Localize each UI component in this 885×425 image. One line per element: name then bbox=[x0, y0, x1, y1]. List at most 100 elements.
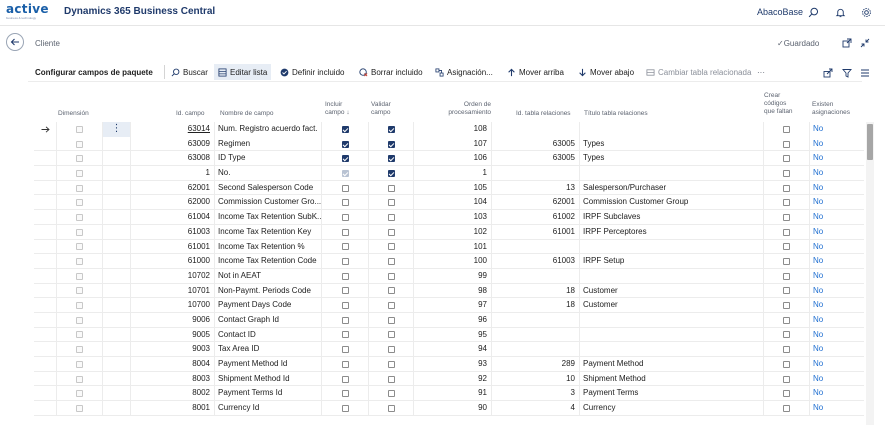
include-checkbox[interactable] bbox=[341, 228, 349, 236]
assignments-link[interactable]: No bbox=[813, 168, 823, 177]
create-missing-checkbox[interactable] bbox=[783, 258, 790, 266]
assignments-link[interactable]: No bbox=[813, 212, 823, 221]
checkbox[interactable] bbox=[76, 375, 83, 383]
create-missing-checkbox[interactable] bbox=[783, 316, 790, 324]
include-checkbox[interactable] bbox=[341, 199, 349, 207]
table-row[interactable]: 9005 Contact ID 95 No bbox=[34, 327, 864, 343]
create-missing-checkbox[interactable] bbox=[783, 390, 790, 398]
include-checkbox[interactable] bbox=[341, 390, 349, 398]
validate-checkbox[interactable] bbox=[387, 331, 395, 339]
create-missing-checkbox[interactable] bbox=[783, 125, 790, 133]
include-checkbox[interactable] bbox=[341, 258, 349, 266]
dimension-checkbox[interactable] bbox=[56, 283, 102, 299]
validate-checkbox[interactable] bbox=[387, 404, 395, 412]
include-checkbox[interactable] bbox=[341, 272, 349, 280]
create-missing-checkbox[interactable] bbox=[783, 360, 790, 368]
checkbox[interactable] bbox=[76, 199, 83, 207]
share-icon[interactable] bbox=[822, 67, 833, 78]
create-missing-checkbox[interactable] bbox=[783, 272, 790, 280]
dimension-checkbox[interactable] bbox=[56, 136, 102, 152]
search-action[interactable]: Buscar bbox=[167, 64, 212, 80]
validate-checkbox[interactable] bbox=[387, 390, 395, 398]
dimension-checkbox[interactable] bbox=[56, 166, 102, 181]
include-checkbox[interactable] bbox=[341, 287, 349, 295]
collapse-icon[interactable] bbox=[859, 37, 871, 49]
table-row[interactable]: 9003 Tax Area ID 94 No bbox=[34, 342, 864, 357]
validate-checkbox[interactable] bbox=[387, 302, 395, 310]
vertical-scrollbar[interactable] bbox=[866, 122, 874, 425]
create-missing-checkbox[interactable] bbox=[783, 287, 790, 295]
include-checkbox[interactable] bbox=[341, 346, 349, 354]
checkbox[interactable] bbox=[76, 272, 83, 280]
include-checkbox[interactable] bbox=[341, 213, 349, 221]
assignments-link[interactable]: No bbox=[813, 300, 823, 309]
table-row[interactable]: 8002 Payment Terms Id 91 3 Payment Terms No bbox=[34, 386, 864, 402]
checkbox[interactable] bbox=[76, 302, 83, 310]
assignments-link[interactable]: No bbox=[813, 153, 823, 162]
bell-icon[interactable] bbox=[833, 5, 847, 19]
include-checkbox[interactable] bbox=[341, 169, 349, 177]
col-order[interactable]: Orden de procesamiento bbox=[439, 101, 491, 117]
table-row[interactable]: 63008 ID Type 106 63005 Types No bbox=[34, 151, 864, 167]
col-field-id[interactable]: Id. campo bbox=[176, 110, 205, 118]
checkbox[interactable] bbox=[76, 169, 83, 177]
assignments-link[interactable]: No bbox=[813, 286, 823, 295]
col-field-name[interactable]: Nombre de campo bbox=[220, 110, 273, 118]
create-missing-checkbox[interactable] bbox=[783, 155, 790, 163]
create-missing-checkbox[interactable] bbox=[783, 228, 790, 236]
col-dimension[interactable]: Dimensión bbox=[58, 110, 89, 118]
search-icon[interactable] bbox=[806, 5, 820, 19]
checkbox[interactable] bbox=[76, 360, 83, 368]
checkbox[interactable] bbox=[76, 155, 83, 163]
validate-checkbox[interactable] bbox=[387, 243, 395, 251]
col-rel-table-id[interactable]: Id. tabla relaciones bbox=[516, 110, 571, 118]
scrollbar-thumb[interactable] bbox=[867, 124, 873, 160]
row-menu[interactable]: ⋮ bbox=[102, 122, 130, 137]
table-row[interactable]: 61004 Income Tax Retention SubK... 103 6100… bbox=[34, 210, 864, 225]
validate-checkbox[interactable] bbox=[387, 316, 395, 324]
dimension-checkbox[interactable] bbox=[56, 401, 102, 416]
assignments-link[interactable]: No bbox=[813, 344, 823, 353]
list-view-icon[interactable] bbox=[859, 67, 870, 78]
checkbox[interactable] bbox=[76, 184, 83, 192]
validate-checkbox[interactable] bbox=[387, 213, 395, 221]
checkbox[interactable] bbox=[76, 316, 83, 324]
assignments-link[interactable]: No bbox=[813, 388, 823, 397]
create-missing-checkbox[interactable] bbox=[783, 199, 790, 207]
dimension-checkbox[interactable] bbox=[56, 239, 102, 255]
create-missing-checkbox[interactable] bbox=[783, 184, 790, 192]
include-checkbox[interactable] bbox=[341, 360, 349, 368]
dimension-checkbox[interactable] bbox=[56, 342, 102, 357]
col-create-missing[interactable]: Crear códigos que faltan bbox=[764, 92, 793, 116]
checkbox[interactable] bbox=[76, 390, 83, 398]
create-missing-checkbox[interactable] bbox=[783, 404, 790, 412]
dimension-checkbox[interactable] bbox=[56, 357, 102, 372]
checkbox[interactable] bbox=[76, 404, 83, 412]
validate-checkbox[interactable] bbox=[387, 258, 395, 266]
include-checkbox[interactable] bbox=[341, 125, 349, 133]
table-row[interactable]: 8003 Shipment Method Id 92 10 Shipment Metho… bbox=[34, 371, 864, 387]
table-row[interactable]: 61000 Income Tax Retention Code 100 61003 IR… bbox=[34, 254, 864, 269]
checkbox[interactable] bbox=[76, 287, 83, 295]
create-missing-checkbox[interactable] bbox=[783, 213, 790, 221]
assignments-link[interactable]: No bbox=[813, 227, 823, 236]
col-rel-table-title[interactable]: Título tabla relaciones bbox=[584, 110, 648, 118]
move-up-action[interactable]: Mover arriba bbox=[503, 64, 568, 80]
table-row[interactable]: 62000 Commission Customer Gro... 104 62001 C… bbox=[34, 195, 864, 211]
dimension-checkbox[interactable] bbox=[56, 195, 102, 211]
checkbox[interactable] bbox=[76, 258, 83, 266]
table-row[interactable]: ⋮ 63014 Num. Registro acuerdo fact. 108 No bbox=[34, 122, 864, 137]
checkbox[interactable] bbox=[76, 140, 83, 148]
table-row[interactable]: 62001 Second Salesperson Code 105 13 Salespe… bbox=[34, 180, 864, 196]
dimension-checkbox[interactable] bbox=[56, 268, 102, 284]
validate-checkbox[interactable] bbox=[387, 360, 395, 368]
gear-icon[interactable] bbox=[859, 5, 873, 19]
include-checkbox[interactable] bbox=[341, 404, 349, 412]
validate-checkbox[interactable] bbox=[387, 375, 395, 383]
table-row[interactable]: 10700 Payment Days Code 97 18 Customer No bbox=[34, 298, 864, 313]
create-missing-checkbox[interactable] bbox=[783, 243, 790, 251]
include-checkbox[interactable] bbox=[341, 375, 349, 383]
row-actions-icon[interactable]: ⋮ bbox=[112, 124, 122, 134]
table-row[interactable]: 10701 Non-Paymt. Periods Code 98 18 Customer… bbox=[34, 283, 864, 299]
assignments-link[interactable]: No bbox=[813, 359, 823, 368]
